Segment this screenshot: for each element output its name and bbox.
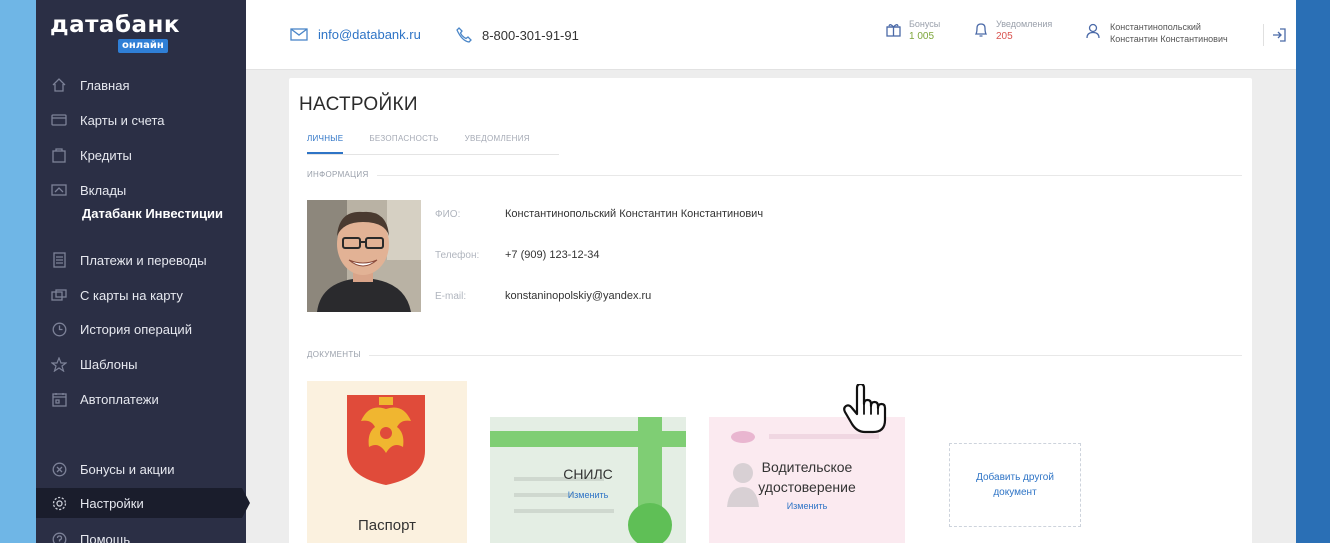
notifications-label: Уведомления xyxy=(996,19,1053,29)
sidebar-item-card-to-card[interactable]: С карты на карту xyxy=(36,280,246,310)
tabs-divider xyxy=(307,154,559,155)
brand-name: датабанк xyxy=(50,12,181,38)
field-label-email: E-mail: xyxy=(435,291,467,302)
sidebar-item-label: История операций xyxy=(80,321,192,337)
sidebar-item-deposits[interactable]: Вклады xyxy=(36,175,246,205)
snils-edit-link[interactable]: Изменить xyxy=(530,490,646,500)
sidebar-item-label: Карты и счета xyxy=(80,112,165,128)
logout-icon xyxy=(1272,28,1286,42)
sidebar-item-history[interactable]: История операций xyxy=(36,314,246,344)
tab-personal[interactable]: Личные xyxy=(307,134,344,154)
sidebar-item-cards[interactable]: Карты и счета xyxy=(36,105,246,135)
user-name-line2: Константин Константинович xyxy=(1110,34,1228,44)
sidebar-item-label: Бонусы и акции xyxy=(80,461,175,477)
document-passport[interactable]: Паспорт xyxy=(307,381,467,543)
sidebar-item-credits[interactable]: Кредиты xyxy=(36,140,246,170)
sidebar-item-settings[interactable]: Настройки xyxy=(36,488,250,518)
field-label-phone: Телефон: xyxy=(435,250,480,261)
header-phone[interactable]: 8-800-301-91-91 xyxy=(456,27,579,43)
header-email-text: info@databank.ru xyxy=(318,27,421,42)
header-user[interactable]: Константинопольский Константин Константи… xyxy=(1086,21,1228,45)
star-icon xyxy=(50,355,68,373)
bonus-label: Бонусы xyxy=(909,19,941,29)
add-document-button[interactable]: Добавить другой документ xyxy=(949,443,1081,527)
brand-logo[interactable]: датабанк онлайн xyxy=(50,12,181,53)
settings-card: НАСТРОЙКИ Личные Безопасность Уведомлени… xyxy=(289,78,1252,543)
card-icon xyxy=(50,111,68,129)
sidebar-item-label: Настройки xyxy=(80,495,144,511)
bell-icon xyxy=(974,22,988,38)
passport-title: Паспорт xyxy=(358,517,416,534)
avatar[interactable] xyxy=(307,200,421,312)
document-snils[interactable]: СНИЛС Изменить xyxy=(490,417,686,543)
sidebar-item-label: Вклады xyxy=(80,182,127,198)
tab-security[interactable]: Безопасность xyxy=(369,134,438,154)
field-value-fullname: Константинопольский Константин Константи… xyxy=(505,208,764,220)
header-email[interactable]: info@databank.ru xyxy=(290,27,421,42)
add-document-label: Добавить другой документ xyxy=(976,470,1054,500)
calendar-icon xyxy=(50,390,68,408)
header-phone-text: 8-800-301-91-91 xyxy=(482,27,579,43)
settings-tabs: Личные Безопасность Уведомления xyxy=(307,134,556,154)
phone-icon xyxy=(456,27,472,43)
home-icon xyxy=(50,76,68,94)
sidebar-subitem-investments[interactable]: Датабанк Инвестиции xyxy=(82,206,223,221)
clock-icon xyxy=(50,320,68,338)
gear-icon xyxy=(50,494,68,512)
app-window: датабанк онлайн Главная Карты и счета Кр… xyxy=(36,0,1296,543)
documents-divider xyxy=(307,355,1242,356)
sidebar-item-label: Помощь xyxy=(80,531,131,543)
header-notifications[interactable]: Уведомления 205 xyxy=(974,18,1052,44)
sidebar-item-label: Автоплатежи xyxy=(80,391,159,407)
sidebar-item-templates[interactable]: Шаблоны xyxy=(36,349,246,379)
user-name-line1: Константинопольский xyxy=(1110,22,1201,32)
license-title-line2: удостоверение xyxy=(758,479,856,495)
help-icon xyxy=(50,530,68,543)
sidebar-item-autopayments[interactable]: Автоплатежи xyxy=(36,384,246,414)
add-document-line2: документ xyxy=(993,487,1037,498)
sidebar-item-home[interactable]: Главная xyxy=(36,70,246,100)
snils-title: СНИЛС xyxy=(563,466,613,482)
sidebar-item-payments[interactable]: Платежи и переводы xyxy=(36,245,246,275)
left-background-strip xyxy=(0,0,36,543)
brand-badge: онлайн xyxy=(118,39,168,53)
info-divider xyxy=(307,175,1242,176)
documents-section-label: Документы xyxy=(307,350,369,359)
sidebar-item-label: Шаблоны xyxy=(80,356,138,372)
license-edit-link[interactable]: Изменить xyxy=(749,501,865,511)
license-title-line1: Водительское xyxy=(761,459,853,475)
field-value-phone: +7 (909) 123-12-34 xyxy=(505,249,600,261)
sidebar-item-help[interactable]: Помощь xyxy=(36,524,246,543)
transfer-icon xyxy=(50,286,68,304)
notifications-value: 205 xyxy=(996,31,1013,42)
top-header: info@databank.ru 8-800-301-91-91 Бонусы … xyxy=(246,0,1296,70)
info-section-label: Информация xyxy=(307,170,377,179)
sidebar-item-bonuses[interactable]: Бонусы и акции xyxy=(36,454,246,484)
sidebar: датабанк онлайн Главная Карты и счета Кр… xyxy=(36,0,250,543)
gift-icon xyxy=(886,22,901,37)
bag-icon xyxy=(50,146,68,164)
coat-of-arms-icon xyxy=(347,395,425,485)
add-document-line1: Добавить другой xyxy=(976,472,1054,483)
logout-button[interactable] xyxy=(1263,24,1286,46)
deposit-icon xyxy=(50,181,68,199)
sidebar-item-label: Кредиты xyxy=(80,147,132,163)
page-title: НАСТРОЙКИ xyxy=(299,94,418,115)
field-value-email[interactable]: konstaninopolskiy@yandex.ru xyxy=(505,290,651,302)
sidebar-item-label: С карты на карту xyxy=(80,287,183,303)
bonus-value: 1 005 xyxy=(909,31,935,42)
field-label-fullname: ФИО: xyxy=(435,209,461,220)
gift-icon xyxy=(50,460,68,478)
sidebar-item-label: Платежи и переводы xyxy=(80,252,207,268)
document-icon xyxy=(50,251,68,269)
license-title: Водительское удостоверение xyxy=(713,457,901,497)
header-bonus[interactable]: Бонусы 1 005 xyxy=(886,18,940,44)
hand-cursor-icon xyxy=(843,382,891,438)
right-background-strip xyxy=(1296,0,1330,543)
sidebar-item-label: Главная xyxy=(80,77,130,93)
user-icon xyxy=(1086,23,1100,39)
tab-notifications[interactable]: Уведомления xyxy=(465,134,530,154)
mail-icon xyxy=(290,28,308,41)
